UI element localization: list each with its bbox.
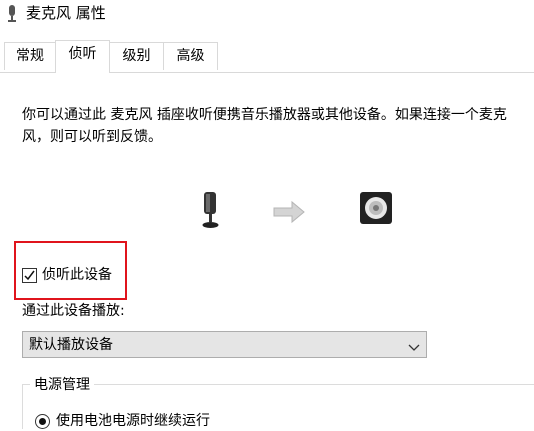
window-title: 麦克风 属性	[26, 4, 106, 22]
playback-device-value: 默认播放设备	[29, 337, 113, 353]
playback-device-select[interactable]: 默认播放设备	[22, 331, 427, 358]
battery-continue-label[interactable]: 使用电池电源时继续运行	[56, 411, 210, 431]
listen-checkbox-label[interactable]: 侦听此设备	[42, 265, 112, 285]
microphone-icon	[6, 5, 18, 23]
tab-advanced[interactable]: 高级	[163, 42, 218, 70]
listen-description: 你可以通过此 麦克风 插座收听便携音乐播放器或其他设备。如果连接一个麦克 风，则…	[22, 107, 507, 145]
group-divider	[22, 384, 534, 385]
arrow-right-icon	[272, 200, 306, 224]
tab-listen[interactable]: 侦听	[55, 40, 110, 73]
microphone-icon	[196, 190, 226, 230]
title-bar: 麦克风 属性	[0, 0, 534, 30]
checkmark-icon	[24, 270, 35, 281]
playback-label: 通过此设备播放:	[22, 303, 125, 319]
radio-selected-dot	[39, 418, 46, 425]
power-management-label: 电源管理	[30, 375, 94, 395]
speaker-icon	[358, 190, 394, 226]
battery-continue-radio[interactable]	[35, 414, 50, 429]
listen-checkbox[interactable]	[22, 268, 37, 283]
chevron-down-icon	[408, 340, 420, 351]
tab-general[interactable]: 常规	[4, 42, 56, 70]
group-border	[22, 384, 23, 429]
tab-levels[interactable]: 级别	[109, 42, 164, 70]
